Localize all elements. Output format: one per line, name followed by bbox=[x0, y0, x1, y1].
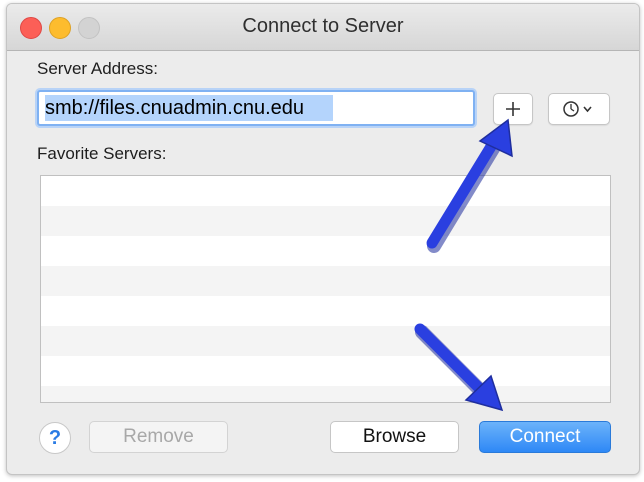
arrow-to-connect-button-icon bbox=[414, 323, 504, 412]
arrow-to-add-button-icon bbox=[426, 118, 513, 253]
annotation-arrows bbox=[414, 118, 513, 412]
